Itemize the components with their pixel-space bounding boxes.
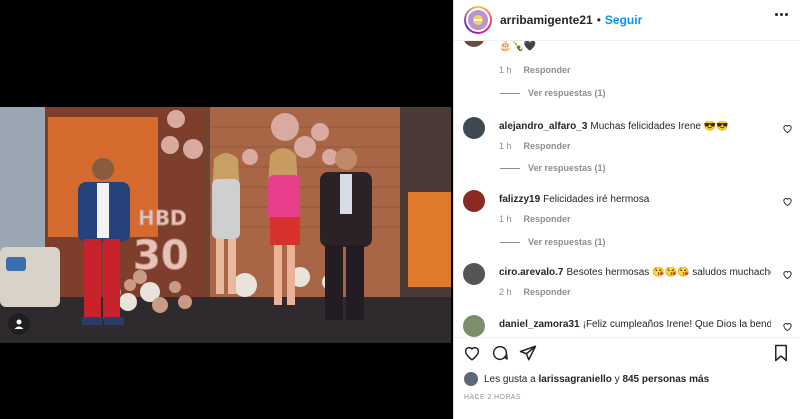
commenter-username[interactable]: ciro.arevalo.7 bbox=[499, 267, 563, 278]
comment-meta: 1 h Responder bbox=[499, 214, 571, 224]
account-avatar[interactable] bbox=[464, 6, 492, 34]
share-icon[interactable] bbox=[519, 344, 537, 362]
balloon-number: 30 bbox=[133, 233, 189, 279]
person-icon bbox=[14, 319, 24, 329]
comment-icon[interactable] bbox=[491, 344, 509, 362]
more-options-icon[interactable] bbox=[775, 13, 788, 16]
comment-body: falizzy19 Felicidades iré hermosa bbox=[499, 194, 771, 205]
reply-button[interactable]: Responder bbox=[524, 141, 571, 151]
commenter-username[interactable]: falizzy19 bbox=[499, 194, 540, 205]
bookmark-icon[interactable] bbox=[772, 344, 790, 362]
commenter-avatar[interactable] bbox=[463, 263, 485, 285]
comment-time: 1 h bbox=[499, 65, 512, 75]
likes-conjunction: y bbox=[614, 373, 620, 385]
channel-logo-icon bbox=[473, 15, 483, 25]
view-replies-button[interactable]: Ver respuestas (1) bbox=[500, 163, 606, 173]
comment-meta: 1 h Responder bbox=[499, 141, 571, 151]
comment-meta: 1 h Responder bbox=[499, 65, 571, 75]
post-header: arribamigente21 • Seguir bbox=[454, 0, 800, 41]
commenter-avatar[interactable] bbox=[463, 117, 485, 139]
comment-text: Besotes hermosas 😘😘😘 saludos muchachos bbox=[566, 267, 771, 278]
comment-body: daniel_zamora31 ¡Feliz cumpleaños Irene! … bbox=[499, 319, 771, 330]
post-photo[interactable]: HBD 30 bbox=[0, 107, 451, 343]
reply-button[interactable]: Responder bbox=[524, 65, 571, 75]
comment-body: alejandro_alfaro_3 Muchas felicidades Ire… bbox=[499, 121, 771, 132]
likes-prefix: Les gusta a bbox=[484, 373, 536, 385]
post-media-panel: HBD 30 bbox=[0, 0, 453, 419]
commenter-username[interactable]: daniel_zamora31 bbox=[499, 319, 580, 330]
commenter-avatar[interactable] bbox=[463, 315, 485, 337]
balloon-text: HBD bbox=[138, 206, 187, 230]
liker-avatar[interactable] bbox=[464, 372, 478, 386]
comment-text: Muchas felicidades Irene 😎😎 bbox=[590, 121, 729, 132]
like-comment-heart-icon[interactable] bbox=[782, 321, 793, 332]
post-details-panel: arribamigente21 • Seguir 🎂🍾🖤 1 h Respond… bbox=[453, 0, 800, 419]
studio-scene-image: HBD 30 bbox=[0, 107, 451, 343]
tagged-people-button[interactable] bbox=[8, 313, 30, 335]
commenter-avatar[interactable] bbox=[463, 41, 485, 47]
likes-summary: Les gusta a larissagraniello y 845 perso… bbox=[464, 372, 709, 386]
view-replies-button[interactable]: Ver respuestas (1) bbox=[500, 88, 606, 98]
like-comment-heart-icon[interactable] bbox=[782, 269, 793, 280]
comment-body: ciro.arevalo.7 Besotes hermosas 😘😘😘 salud… bbox=[499, 267, 771, 278]
comments-list[interactable]: 🎂🍾🖤 1 h Responder Ver respuestas (1) ale… bbox=[454, 41, 800, 337]
reply-button[interactable]: Responder bbox=[524, 214, 571, 224]
liker-username[interactable]: larissagraniello bbox=[539, 374, 612, 385]
commenter-username[interactable]: alejandro_alfaro_3 bbox=[499, 121, 587, 132]
account-username[interactable]: arribamigente21 bbox=[500, 13, 593, 27]
comment-text: 🎂🍾🖤 bbox=[499, 41, 537, 52]
post-timestamp[interactable]: HACE 2 HORAS bbox=[464, 394, 521, 401]
post-actions-bar bbox=[454, 337, 800, 367]
likes-count[interactable]: 845 personas más bbox=[622, 374, 709, 385]
follow-button[interactable]: Seguir bbox=[605, 13, 642, 27]
reply-button[interactable]: Responder bbox=[524, 287, 571, 297]
comment-time: 1 h bbox=[499, 214, 512, 224]
comment-text: ¡Feliz cumpleaños Irene! Que Dios la ben… bbox=[582, 319, 771, 330]
comment-meta: 2 h Responder bbox=[499, 287, 571, 297]
view-replies-button[interactable]: Ver respuestas (1) bbox=[500, 237, 606, 247]
comment-time: 2 h bbox=[499, 287, 512, 297]
heart-icon[interactable] bbox=[463, 344, 481, 362]
comment-time: 1 h bbox=[499, 141, 512, 151]
like-comment-heart-icon[interactable] bbox=[782, 196, 793, 207]
like-comment-heart-icon[interactable] bbox=[782, 123, 793, 134]
header-separator: • bbox=[596, 13, 601, 27]
commenter-avatar[interactable] bbox=[463, 190, 485, 212]
comment-text: Felicidades iré hermosa bbox=[543, 194, 650, 205]
